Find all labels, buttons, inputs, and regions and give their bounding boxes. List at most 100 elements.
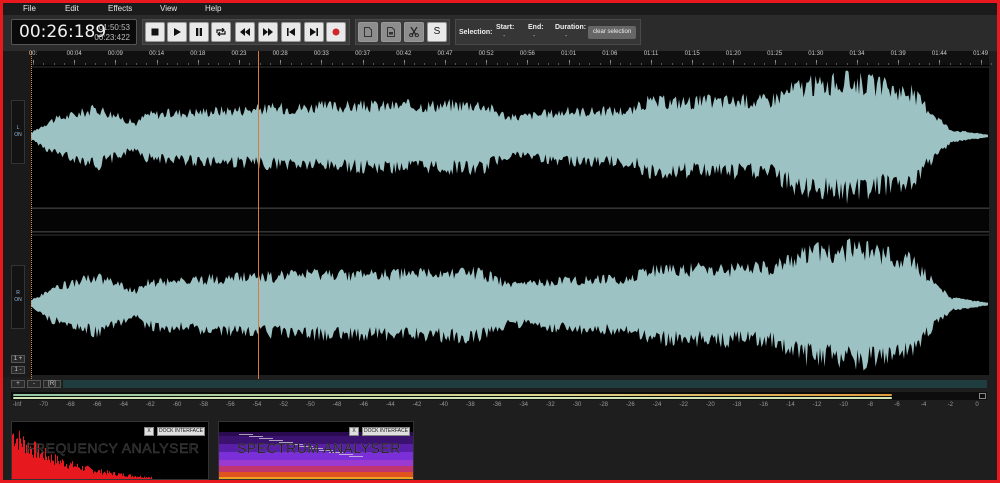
record-button[interactable] [326,22,346,42]
zoom-in-button[interactable]: + [11,380,25,388]
frequency-bar [139,476,140,479]
channel-left-control[interactable]: L ON [11,100,25,164]
frequency-bar [32,454,33,479]
channel-left-name: L [16,125,20,131]
frequency-bar [41,452,42,479]
meter-scale-label: -Inf [12,402,22,408]
meter-scale-label: -52 [279,402,288,408]
frequency-bar [14,446,15,479]
frequency-bar [119,473,120,479]
menu-help[interactable]: Help [205,4,221,13]
frequency-bar [101,469,102,479]
menu-edit[interactable]: Edit [65,4,79,13]
frequency-bar [130,474,131,479]
track-add-button[interactable]: 1 + [11,355,25,363]
frequency-bar [97,471,98,479]
skip-end-button[interactable] [304,22,324,42]
fast-forward-button[interactable] [258,22,278,42]
play-button[interactable] [167,22,187,42]
frequency-bar [103,472,104,479]
solo-button[interactable]: S [427,22,447,42]
skip-start-button[interactable] [281,22,301,42]
stop-button[interactable] [145,22,165,42]
zoom-reset-button[interactable]: [R] [43,380,61,388]
frequency-bar [116,475,117,479]
timeline-tick-label: 01:06 [602,51,618,57]
meter-scale-label: -68 [65,402,75,408]
timeline-tick-label: 01:20 [725,51,741,57]
timeline-tick-label: 00:37 [355,51,371,57]
frequency-bar [86,466,87,479]
meter-scale-label: -62 [145,402,155,408]
meter-scale-label: -54 [252,402,262,408]
timeline-tick-label: 00:09 [107,51,123,57]
frequency-bar [134,476,135,479]
waveform-right [31,234,989,371]
frequency-analyser-close-button[interactable]: X [144,427,154,436]
meter-scale-label: -46 [359,402,368,408]
timeline-tick-label: 00:52 [478,51,494,57]
frequency-bar [109,471,110,479]
frequency-bar [66,463,67,479]
timeline-scrollbar[interactable] [63,380,987,388]
frequency-bar [114,471,115,479]
frequency-bar [18,449,19,479]
cut-button[interactable] [404,22,424,42]
meter-scale-label: -26 [625,402,635,408]
frequency-bar [142,477,143,479]
frequency-bar [73,467,74,479]
loop-button[interactable] [211,22,231,42]
frequency-analyser-dock-button[interactable]: DOCK INTERFACE [157,427,205,436]
frequency-bar [20,438,21,479]
zoom-out-button[interactable]: - [27,380,41,388]
rewind-button[interactable] [235,22,255,42]
playhead-marker[interactable] [258,51,259,379]
channel-right-name: R [16,290,20,296]
frequency-bar [117,475,118,479]
timeline-tick-label: 01:49 [973,51,989,57]
frequency-bar [22,446,23,479]
level-meter-scale: -Inf -70 -68 -66 -64 -62 -60 -58 -56 -54 -52 -50 -48… [11,402,987,412]
pause-button[interactable] [189,22,209,42]
meter-scale-label: -58 [199,402,208,408]
timeline-tick-label: 00:47 [437,51,453,57]
meter-scale-label: -14 [785,402,795,408]
clear-selection-button[interactable]: clear selection [588,26,636,39]
frequency-bar [63,460,64,479]
menu-file[interactable]: File [23,4,36,13]
frequency-bar [123,473,124,479]
frequency-bar [56,463,57,479]
waveform-left [31,66,989,205]
spectrum-analyser-title: SPECTRUM ANALYSER [237,440,401,456]
waveform-right-track[interactable] [31,233,989,375]
track-remove-button[interactable]: 1 - [11,366,25,374]
frequency-bar [98,470,99,479]
save-file-icon [387,27,395,37]
save-file-button[interactable] [381,22,401,42]
frequency-bar [120,473,121,479]
menu-view[interactable]: View [160,4,177,13]
timeline-tick-label: 00:56 [519,51,535,57]
spectrum-band [219,460,413,466]
frequency-bar [40,454,41,479]
secondary-time: 00:23:422 [94,33,130,42]
frequency-bar [94,471,95,479]
frequency-bar [95,471,96,479]
frequency-bar [84,470,85,479]
spectrum-analyser-dock-button[interactable]: DOCK INTERFACE [362,427,410,436]
channel-right-control[interactable]: R ON [11,265,25,329]
spectrum-analyser-close-button[interactable]: X [349,427,359,436]
frequency-bar [149,477,150,479]
menu-effects[interactable]: Effects [108,4,132,13]
timeline-tick-label: 01:15 [684,51,700,57]
selection-end-label: End: [528,24,544,31]
meter-scale-label: -16 [759,402,768,408]
timeline-ruler[interactable]: 00: 00:04 00:09 00:14 00:18 00:23 00:28 00:33 00… [29,51,992,65]
meter-scale-label: -70 [39,402,48,408]
frequency-bar [150,478,151,479]
selection-duration-value: - [565,33,568,40]
waveform-left-track[interactable] [31,65,989,207]
new-file-button[interactable] [358,22,378,42]
spectrum-band [219,466,413,472]
frequency-bar [105,472,106,479]
